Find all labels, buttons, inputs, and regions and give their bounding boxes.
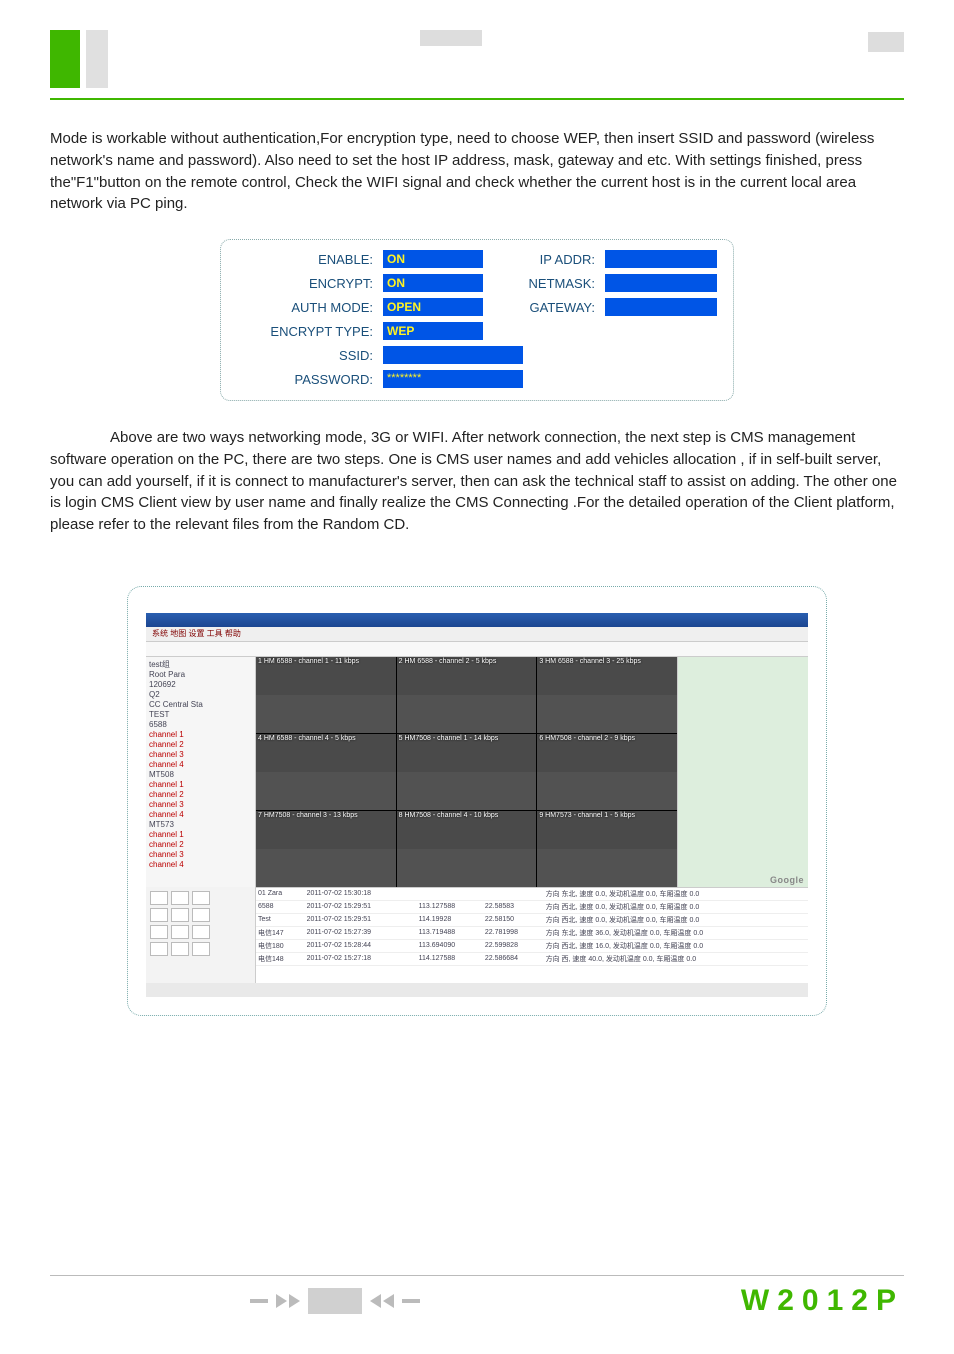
cms-titlebar [146,613,808,627]
password-input[interactable]: ******** [383,370,523,388]
prev-arrow-tail-icon [250,1299,268,1303]
video-cell-6[interactable]: 6 HM7508 - channel 2 - 9 kbps [537,734,677,810]
encrypt-select[interactable]: ON [383,274,483,292]
header-rule [50,98,904,100]
footer-rule [50,1275,904,1276]
encrypttype-select[interactable]: WEP [383,322,483,340]
video-cell-1[interactable]: 1 HM 6588 - channel 1 - 11 kbps [256,657,396,733]
wifi-settings-panel: ENABLE: ON IP ADDR: ENCRYPT: ON NETMASK:… [220,239,734,401]
cms-ptz-panel[interactable] [146,887,256,983]
ssid-input[interactable] [383,346,523,364]
video-cell-7[interactable]: 7 HM7508 - channel 3 - 13 kbps [256,811,396,887]
table-row: 电信1482011-07-02 15:27:18114.12758822.586… [256,952,808,965]
page-number-box [308,1288,362,1314]
netmask-label: NETMASK: [489,276,599,291]
video-cell-5[interactable]: 5 HM7508 - channel 1 - 14 kbps [397,734,537,810]
video-cell-2[interactable]: 2 HM 6588 - channel 2 - 5 kbps [397,657,537,733]
next-arrow-icon[interactable] [276,1294,287,1308]
video-cell-3[interactable]: 3 HM 6588 - channel 3 - 25 kbps [537,657,677,733]
encrypt-label: ENCRYPT: [237,276,377,291]
table-row: 65882011-07-02 15:29:51113.12758822.5858… [256,900,808,913]
logo-block-green [50,30,80,88]
cms-client-window: 系统 地图 设置 工具 帮助 test组 Root Para 120692 Q2… [146,613,808,997]
encrypttype-label: ENCRYPT TYPE: [237,324,377,339]
cms-device-tree[interactable]: test组 Root Para 120692 Q2 CC Central Sta… [146,657,256,887]
model-label: W2012P [741,1284,904,1318]
enable-label: ENABLE: [237,252,377,267]
paragraph-cms-intro: Above are two ways networking mode, 3G o… [50,427,904,536]
video-cell-9[interactable]: 9 HM7573 - channel 1 - 5 kbps [537,811,677,887]
cms-menubar[interactable]: 系统 地图 设置 工具 帮助 [146,627,808,642]
next-arrow-icon-2[interactable] [289,1294,300,1308]
page-footer: W2012P [50,1267,904,1318]
video-cell-4[interactable]: 4 HM 6588 - channel 4 - 5 kbps [256,734,396,810]
header-decor-right [868,32,904,52]
ipaddr-label: IP ADDR: [489,252,599,267]
page-navigator [250,1288,420,1314]
cms-video-grid[interactable]: 1 HM 6588 - channel 1 - 11 kbps 2 HM 658… [256,657,677,887]
enable-select[interactable]: ON [383,250,483,268]
prev-arrow-icon[interactable] [370,1294,381,1308]
ipaddr-input[interactable] [605,250,717,268]
ssid-label: SSID: [237,348,377,363]
cms-map-panel[interactable] [677,657,808,887]
cms-toolbar[interactable] [146,642,808,657]
gateway-input[interactable] [605,298,717,316]
table-row: 01 Zara2011-07-02 15:30:18方向 东北, 速度 0.0,… [256,888,808,901]
table-row: 电信1472011-07-02 15:27:39113.71948822.781… [256,926,808,939]
table-row: Test2011-07-02 15:29:51114.1992822.58150… [256,913,808,926]
netmask-input[interactable] [605,274,717,292]
header-decor-center [420,30,482,46]
password-label: PASSWORD: [237,372,377,387]
cms-log-table[interactable]: 01 Zara2011-07-02 15:30:18方向 东北, 速度 0.0,… [256,887,808,983]
prev-arrow-icon-2[interactable] [383,1294,394,1308]
authmode-select[interactable]: OPEN [383,298,483,316]
authmode-label: AUTH MODE: [237,300,377,315]
paragraph-wifi-setup: Mode is workable without authentication,… [50,128,904,215]
gateway-label: GATEWAY: [489,300,599,315]
logo-block-grey [86,30,108,88]
video-cell-8[interactable]: 8 HM7508 - channel 4 - 10 kbps [397,811,537,887]
next-arrow-tail-icon [402,1299,420,1303]
table-row: 电信1802011-07-02 15:28:44113.69409022.599… [256,939,808,952]
cms-screenshot-frame: 系统 地图 设置 工具 帮助 test组 Root Para 120692 Q2… [127,586,827,1016]
